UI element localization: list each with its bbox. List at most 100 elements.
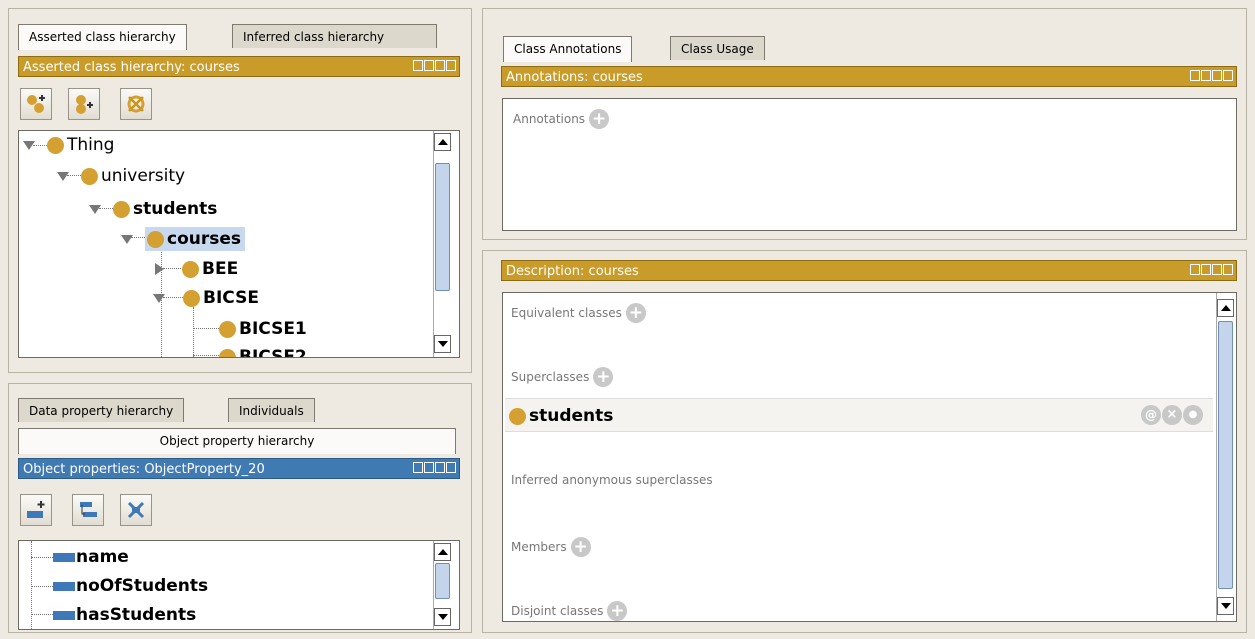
tree-node-label: university bbox=[101, 166, 186, 186]
tree-node-thing[interactable]: Thing bbox=[23, 133, 114, 157]
edit-icon[interactable]: ● bbox=[1183, 405, 1203, 425]
expanded-icon[interactable] bbox=[153, 293, 165, 303]
property-item-hasstudents[interactable]: hasStudents bbox=[53, 603, 196, 627]
scroll-up-icon[interactable] bbox=[434, 133, 451, 151]
class-tree-scrollbar[interactable] bbox=[433, 131, 451, 357]
scroll-down-icon[interactable] bbox=[434, 608, 451, 626]
tree-node-label: BEE bbox=[202, 259, 239, 279]
class-icon bbox=[113, 200, 130, 218]
description-scrollbar[interactable] bbox=[1216, 293, 1234, 621]
class-icon bbox=[81, 167, 98, 185]
add-member-icon[interactable]: + bbox=[570, 537, 591, 557]
object-properties-title: Object properties: ObjectProperty_20 bbox=[23, 462, 265, 477]
split-icon[interactable] bbox=[413, 462, 423, 473]
expanded-icon[interactable] bbox=[121, 234, 133, 244]
inferred-superclasses-label: Inferred anonymous superclasses bbox=[511, 473, 713, 487]
split-icon[interactable] bbox=[413, 60, 423, 71]
maximize-icon[interactable] bbox=[435, 60, 445, 71]
description-title: Description: courses bbox=[506, 264, 639, 279]
superclass-item: students bbox=[509, 404, 613, 428]
window-controls[interactable] bbox=[1190, 70, 1233, 83]
delete-class-button[interactable] bbox=[120, 88, 152, 120]
tree-node-bicse[interactable]: BICSE bbox=[153, 286, 259, 310]
tab-data-property-hierarchy[interactable]: Data property hierarchy bbox=[18, 398, 185, 422]
add-sibling-class-button[interactable] bbox=[68, 88, 100, 120]
add-sibling-property-button[interactable] bbox=[72, 494, 104, 526]
tab-class-usage[interactable]: Class Usage bbox=[670, 36, 765, 60]
collapsed-icon[interactable] bbox=[155, 263, 164, 275]
split-icon[interactable] bbox=[1190, 264, 1200, 275]
class-hierarchy-titlebar: Asserted class hierarchy: courses bbox=[18, 56, 460, 77]
scroll-down-icon[interactable] bbox=[1217, 597, 1234, 615]
superclass-row-students[interactable]: students @ × ● bbox=[505, 398, 1213, 432]
tree-node-bicse2[interactable]: BICSE2 bbox=[219, 345, 307, 358]
minimize-icon[interactable] bbox=[424, 60, 434, 71]
maximize-icon[interactable] bbox=[1212, 70, 1222, 81]
equivalent-classes-section: Equivalent classes + bbox=[511, 303, 646, 323]
tree-connector bbox=[31, 557, 53, 558]
tree-node-label: courses bbox=[167, 229, 242, 249]
add-equivalent-class-icon[interactable]: + bbox=[625, 303, 646, 323]
property-tree-scrollbar[interactable] bbox=[433, 541, 451, 629]
add-disjoint-class-icon[interactable]: + bbox=[607, 601, 628, 621]
tree-node-label: students bbox=[133, 199, 218, 219]
disjoint-classes-label: Disjoint classes bbox=[511, 604, 604, 618]
annotations-section: Annotations + bbox=[513, 109, 610, 129]
delete-property-button[interactable] bbox=[120, 494, 152, 526]
tab-inferred-class-hierarchy[interactable]: Inferred class hierarchy bbox=[232, 24, 437, 48]
scroll-down-icon[interactable] bbox=[434, 335, 451, 353]
add-subclass-button[interactable] bbox=[20, 88, 52, 120]
tree-node-students[interactable]: students bbox=[89, 197, 217, 221]
object-property-icon bbox=[53, 581, 75, 591]
expanded-icon[interactable] bbox=[57, 171, 69, 181]
tree-node-bicse1[interactable]: BICSE1 bbox=[219, 317, 307, 341]
window-controls[interactable] bbox=[413, 60, 456, 73]
expanded-icon[interactable] bbox=[89, 204, 101, 214]
split-icon[interactable] bbox=[1190, 70, 1200, 81]
class-tree[interactable]: Thing university students courses BEE BI… bbox=[18, 130, 460, 358]
tab-object-property-hierarchy[interactable]: Object property hierarchy bbox=[18, 428, 456, 454]
tree-connector bbox=[31, 614, 53, 615]
scroll-thumb[interactable] bbox=[1218, 321, 1233, 589]
add-sub-property-button[interactable] bbox=[20, 494, 52, 526]
superclass-label: students bbox=[529, 406, 614, 426]
tree-node-label: BICSE2 bbox=[239, 347, 307, 358]
minimize-icon[interactable] bbox=[424, 462, 434, 473]
window-controls[interactable] bbox=[413, 462, 456, 475]
add-superclass-icon[interactable]: + bbox=[593, 367, 614, 387]
delete-property-icon bbox=[127, 501, 145, 519]
property-item-noofstudents[interactable]: noOfStudents bbox=[53, 574, 208, 598]
tab-label: Object property hierarchy bbox=[159, 434, 315, 448]
description-titlebar: Description: courses bbox=[501, 260, 1237, 281]
tab-individuals[interactable]: Individuals bbox=[228, 398, 315, 422]
scroll-thumb[interactable] bbox=[435, 163, 450, 291]
maximize-icon[interactable] bbox=[1212, 264, 1222, 275]
property-item-name[interactable]: name bbox=[53, 545, 129, 569]
add-annotation-icon[interactable]: + bbox=[589, 109, 610, 129]
object-property-tree[interactable]: name noOfStudents hasStudents bbox=[18, 540, 460, 630]
inferred-superclasses-section: Inferred anonymous superclasses bbox=[511, 473, 713, 487]
tab-class-annotations[interactable]: Class Annotations bbox=[503, 36, 633, 62]
delete-icon[interactable]: × bbox=[1162, 405, 1182, 425]
annotate-icon[interactable]: @ bbox=[1141, 405, 1161, 425]
close-icon[interactable] bbox=[1223, 70, 1233, 81]
tree-node-courses[interactable]: courses bbox=[121, 227, 246, 251]
tree-node-bee[interactable]: BEE bbox=[155, 257, 238, 281]
minimize-icon[interactable] bbox=[1201, 70, 1211, 81]
scroll-up-icon[interactable] bbox=[434, 543, 451, 561]
window-controls[interactable] bbox=[1190, 264, 1233, 277]
tree-node-label: BICSE1 bbox=[239, 319, 307, 339]
close-icon[interactable] bbox=[446, 462, 456, 473]
scroll-thumb[interactable] bbox=[435, 563, 450, 599]
tree-node-university[interactable]: university bbox=[57, 164, 185, 188]
add-subclass-icon bbox=[27, 95, 45, 113]
annotations-titlebar: Annotations: courses bbox=[501, 66, 1237, 87]
close-icon[interactable] bbox=[446, 60, 456, 71]
minimize-icon[interactable] bbox=[1201, 264, 1211, 275]
annotations-box: Annotations + bbox=[502, 98, 1237, 231]
scroll-up-icon[interactable] bbox=[1217, 299, 1234, 317]
expanded-icon[interactable] bbox=[23, 140, 35, 150]
close-icon[interactable] bbox=[1223, 264, 1233, 275]
maximize-icon[interactable] bbox=[435, 462, 445, 473]
tab-asserted-class-hierarchy[interactable]: Asserted class hierarchy bbox=[18, 24, 187, 50]
